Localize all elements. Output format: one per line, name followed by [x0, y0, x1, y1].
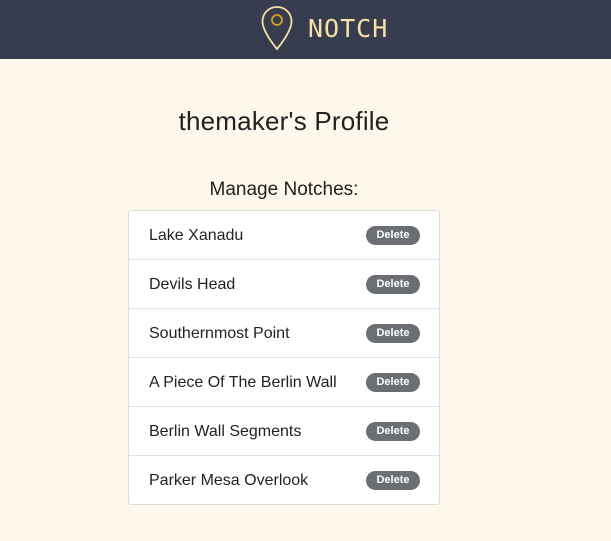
delete-button[interactable]: Delete	[366, 373, 420, 392]
page-title: themaker's Profile	[178, 106, 390, 136]
list-item: Lake Xanadu Delete	[129, 211, 439, 260]
notch-name: A Piece Of The Berlin Wall	[149, 374, 337, 391]
brand-logo[interactable]: NOTCH	[260, 3, 388, 53]
navbar: NOTCH	[0, 0, 611, 59]
list-item: Parker Mesa Overlook Delete	[129, 456, 439, 504]
list-item: A Piece Of The Berlin Wall Delete	[129, 358, 439, 407]
notch-name: Parker Mesa Overlook	[149, 472, 309, 489]
notch-name: Lake Xanadu	[149, 227, 244, 244]
notch-name: Devils Head	[149, 276, 236, 293]
delete-button[interactable]: Delete	[366, 471, 420, 490]
delete-button[interactable]: Delete	[366, 226, 420, 245]
notch-name: Berlin Wall Segments	[149, 423, 302, 440]
list-item: Southernmost Point Delete	[129, 309, 439, 358]
map-pin-icon	[261, 6, 293, 51]
notch-name: Southernmost Point	[149, 325, 290, 342]
list-item: Berlin Wall Segments Delete	[129, 407, 439, 456]
delete-button[interactable]: Delete	[366, 422, 420, 441]
notch-list: Lake Xanadu Delete Devils Head Delete So…	[128, 210, 440, 505]
delete-button[interactable]: Delete	[366, 324, 420, 343]
section-title: Manage Notches:	[209, 179, 359, 200]
list-item: Devils Head Delete	[129, 260, 439, 309]
delete-button[interactable]: Delete	[366, 275, 420, 294]
brand-name: NOTCH	[308, 13, 389, 43]
